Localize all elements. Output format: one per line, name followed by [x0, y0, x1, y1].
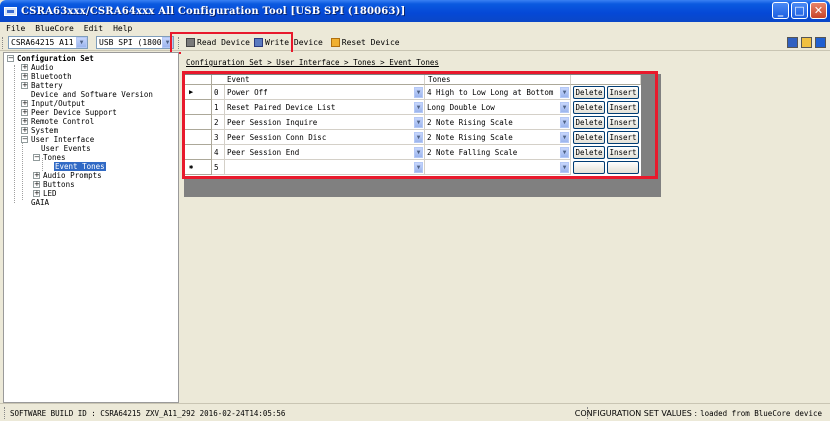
toolbar-grip: [2, 36, 5, 49]
open-folder-icon[interactable]: [801, 37, 812, 48]
expand-icon[interactable]: +: [21, 100, 28, 107]
tree-label: Peer Device Support: [31, 108, 117, 117]
tree-label: Event Tones: [54, 162, 106, 171]
reset-icon: [330, 38, 340, 47]
reset-device-label: Reset Device: [341, 38, 400, 47]
menu-bar: File BlueCore Edit Help: [0, 22, 830, 35]
tree-label: Battery: [31, 81, 63, 90]
tree-label: Buttons: [43, 180, 75, 189]
build-id: SOFTWARE BUILD ID : CSRA64215 ZXV_A11_29…: [4, 407, 285, 419]
tree-item-device-version[interactable]: Device and Software Version: [31, 90, 153, 99]
highlight-box: [182, 71, 658, 179]
menu-file[interactable]: File: [6, 24, 25, 33]
expand-icon[interactable]: +: [33, 190, 40, 197]
expand-icon[interactable]: +: [21, 109, 28, 116]
expand-icon[interactable]: +: [21, 73, 28, 80]
window-title: CSRA63xxx/CSRA64xxx All Configuration To…: [21, 5, 406, 17]
config-status-value: loaded from BlueCore device: [700, 408, 822, 418]
tree-item-gaia[interactable]: GAIA: [31, 198, 49, 207]
expand-icon[interactable]: +: [21, 82, 28, 89]
tree-label: Audio: [31, 63, 54, 72]
expand-icon[interactable]: +: [21, 118, 28, 125]
reset-device-button[interactable]: Reset Device: [329, 36, 402, 50]
tree-item-battery[interactable]: + Battery: [21, 81, 63, 90]
tree-item-bluetooth[interactable]: + Bluetooth: [21, 72, 72, 81]
expand-icon[interactable]: +: [21, 64, 28, 71]
config-status: CONFIGURATION SET VALUES : loaded from B…: [575, 407, 822, 419]
chevron-down-icon[interactable]: ▼: [76, 37, 87, 48]
chip-select[interactable]: CSRA64215 A11 ▼: [8, 36, 88, 49]
highlight-box: [170, 32, 293, 54]
tree-label: Tones: [43, 153, 66, 162]
tree-item-tones[interactable]: − Tones: [33, 153, 66, 162]
tree-label: System: [31, 126, 59, 135]
app-icon: [4, 6, 17, 16]
close-button[interactable]: ✕: [810, 2, 827, 19]
tree-item-led[interactable]: + LED: [33, 189, 57, 198]
tree-label: User Events: [41, 144, 91, 153]
tree-guide: [22, 140, 23, 200]
window-controls: _ □ ✕: [772, 2, 827, 19]
minimize-button[interactable]: _: [772, 2, 789, 19]
tree-label: Configuration Set: [17, 54, 94, 63]
tree-item-audio[interactable]: + Audio: [21, 63, 54, 72]
config-status-label: CONFIGURATION SET VALUES :: [574, 408, 698, 418]
tree-item-event-tones[interactable]: Event Tones: [54, 162, 106, 171]
file-tools: [787, 37, 826, 48]
menu-edit[interactable]: Edit: [84, 24, 103, 33]
menu-help[interactable]: Help: [113, 24, 132, 33]
menu-bluecore[interactable]: BlueCore: [35, 24, 74, 33]
toolbar: CSRA64215 A11 ▼ USB SPI (180063) ▼ Read …: [0, 35, 830, 51]
tree-guide: [14, 65, 15, 203]
tree-item-input-output[interactable]: + Input/Output: [21, 99, 85, 108]
tree-label: GAIA: [31, 198, 50, 207]
tree-item-audio-prompts[interactable]: + Audio Prompts: [33, 171, 102, 180]
tree-label: User Interface: [31, 135, 95, 144]
save-icon[interactable]: [787, 37, 798, 48]
title-bar: CSRA63xxx/CSRA64xxx All Configuration To…: [0, 0, 830, 22]
tree-label: Remote Control: [31, 117, 95, 126]
breadcrumb[interactable]: Configuration Set > User Interface > Ton…: [186, 58, 439, 67]
collapse-icon[interactable]: −: [7, 55, 14, 62]
tree-item-user-events[interactable]: User Events: [41, 144, 91, 153]
tree-label: Audio Prompts: [43, 171, 102, 180]
tree-item-configuration-set[interactable]: − Configuration Set: [7, 54, 94, 63]
expand-icon[interactable]: +: [21, 127, 28, 134]
collapse-icon[interactable]: −: [21, 136, 28, 143]
expand-icon[interactable]: +: [33, 172, 40, 179]
port-select-value: USB SPI (180063): [99, 38, 162, 47]
chip-select-value: CSRA64215 A11: [11, 38, 74, 47]
config-tree: − Configuration Set + Audio + Bluetooth …: [3, 52, 179, 403]
expand-icon[interactable]: +: [33, 181, 40, 188]
maximize-button[interactable]: □: [791, 2, 808, 19]
collapse-icon[interactable]: −: [33, 154, 40, 161]
status-bar: SOFTWARE BUILD ID : CSRA64215 ZXV_A11_29…: [0, 403, 830, 421]
tree-label: Bluetooth: [31, 72, 72, 81]
tree-item-system[interactable]: + System: [21, 126, 58, 135]
tree-label: Input/Output: [31, 99, 86, 108]
tree-item-buttons[interactable]: + Buttons: [33, 180, 75, 189]
tree-label: Device and Software Version: [31, 90, 153, 99]
tree-item-peer-device-support[interactable]: + Peer Device Support: [21, 108, 117, 117]
help-icon[interactable]: [815, 37, 826, 48]
tree-item-remote-control[interactable]: + Remote Control: [21, 117, 94, 126]
tree-item-user-interface[interactable]: − User Interface: [21, 135, 94, 144]
port-select[interactable]: USB SPI (180063) ▼: [96, 36, 174, 49]
tree-label: LED: [43, 189, 57, 198]
